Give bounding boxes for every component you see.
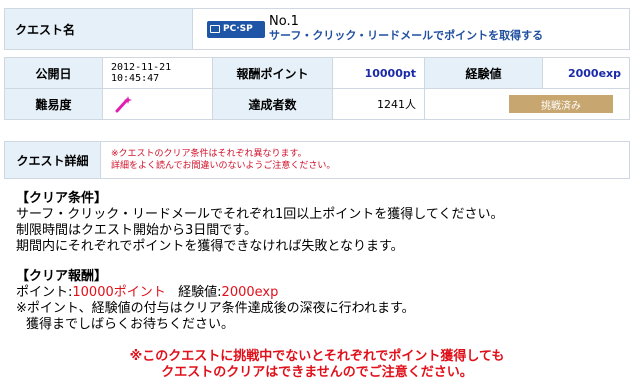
quest-info-row-1: 公開日 2012-11-21 10:45:47 報酬ポイント 10000pt 経… <box>4 57 630 89</box>
detail-note-line-2: 詳細をよく読んでお間違いのないようご注意ください。 <box>111 161 336 171</box>
quest-name[interactable]: サーフ・クリック・リードメールでポイントを取得する <box>269 29 543 43</box>
difficulty-value <box>103 89 213 119</box>
magic-wand-icon <box>115 96 132 113</box>
reward-points-value: 10000pt <box>333 58 425 88</box>
reward-line: ポイント:10000ポイント 経験値:2000exp <box>16 285 616 301</box>
reward-exp-amount: 2000exp <box>221 285 279 300</box>
quest-detail-label: クエスト詳細 <box>5 142 101 178</box>
release-time: 10:45:47 <box>111 73 160 84</box>
reward-points-label: 報酬ポイント <box>213 58 333 88</box>
challenged-button[interactable]: 挑戦済み <box>509 95 613 113</box>
detail-note-line-1: ※クエストのクリア条件はそれぞれ異なります。 <box>111 149 307 159</box>
release-date-value: 2012-11-21 10:45:47 <box>103 58 213 88</box>
quest-number: No.1 <box>269 14 299 29</box>
exp-label: 経験値 <box>425 58 543 88</box>
reward-note-line-1: ※ポイント、経験値の付与はクリア条件達成後の深夜に行われます。 <box>16 301 415 316</box>
monitor-icon <box>210 25 220 33</box>
reward-note-line-2: 獲得までしばらくお待ちください。 <box>26 317 235 332</box>
quest-title: No.1 サーフ・クリック・リードメールでポイントを取得する <box>269 15 543 43</box>
exp-value: 2000exp <box>567 66 621 80</box>
quest-detail-row: クエスト詳細 ※クエストのクリア条件はそれぞれ異なります。 詳細をよく読んでお間… <box>4 141 630 179</box>
achievers-label: 達成者数 <box>213 89 333 119</box>
achievers-count: 1241人 <box>333 89 425 119</box>
pc-sp-label: PC·SP <box>223 24 253 34</box>
quest-description: 【クリア条件】 サーフ・クリック・リードメールでそれぞれ1回以上ポイントを獲得し… <box>16 191 616 333</box>
clear-rewards-heading: 【クリア報酬】 <box>16 269 108 284</box>
condition-line-1: サーフ・クリック・リードメールでそれぞれ1回以上ポイントを獲得してください。 <box>16 207 504 222</box>
quest-detail-note: ※クエストのクリア条件はそれぞれ異なります。 詳細をよく読んでお間違いのないよう… <box>101 142 629 178</box>
quest-name-label: クエスト名 <box>5 9 193 49</box>
reward-points-prefix: ポイント: <box>16 285 73 300</box>
quest-title-cell: PC·SP No.1 サーフ・クリック・リードメールでポイントを取得する <box>193 9 629 49</box>
status-cell: 挑戦済み <box>425 89 629 119</box>
quest-name-row: クエスト名 PC·SP No.1 サーフ・クリック・リードメールでポイントを取得… <box>4 8 630 50</box>
difficulty-label: 難易度 <box>5 89 103 119</box>
footer-warning: ※このクエストに挑戦中でないとそれぞれでポイント獲得しても クエストのクリアはで… <box>0 349 634 381</box>
clear-conditions-heading: 【クリア条件】 <box>16 191 108 206</box>
release-date: 2012-11-21 <box>111 62 172 73</box>
reward-points-amount: 10000ポイント <box>72 285 166 300</box>
condition-line-2: 制限時間はクエスト開始から3日間です。 <box>16 223 257 238</box>
quest-info-row-2: 難易度 達成者数 1241人 挑戦済み <box>4 89 630 120</box>
release-date-label: 公開日 <box>5 58 103 88</box>
reward-exp-prefix: 経験値: <box>178 285 222 300</box>
footer-warning-line-2: クエストのクリアはできませんのでご注意ください。 <box>161 365 473 380</box>
condition-line-3: 期間内にそれぞれでポイントを獲得できなければ失敗となります。 <box>16 239 404 254</box>
footer-warning-line-1: ※このクエストに挑戦中でないとそれぞれでポイント獲得しても <box>129 349 505 364</box>
pc-sp-badge: PC·SP <box>207 20 265 38</box>
